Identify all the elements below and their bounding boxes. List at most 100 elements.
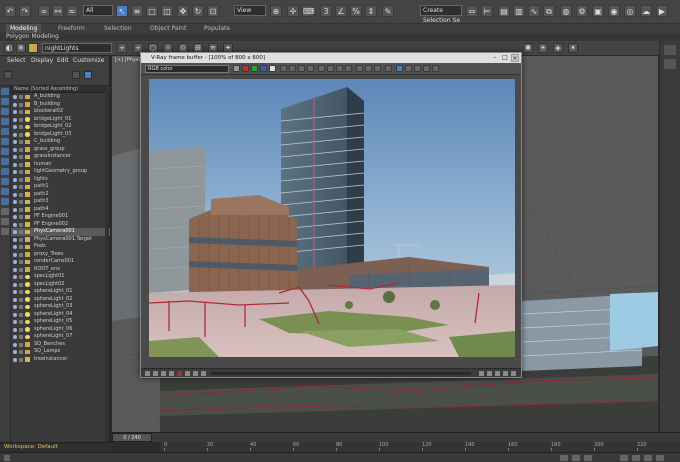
list-item[interactable]: C_building (11, 138, 110, 146)
visibility-eye-icon[interactable] (13, 155, 17, 159)
time-slider[interactable]: 0 / 240 (112, 432, 680, 442)
freeze-toggle-icon[interactable] (19, 125, 23, 129)
scale-icon[interactable]: ⊡ (207, 5, 219, 17)
tab-freeform[interactable]: Freeform (54, 24, 89, 33)
freeze-toggle-icon[interactable] (19, 215, 23, 219)
freeze-toggle-icon[interactable] (19, 170, 23, 174)
blue-channel-icon[interactable] (260, 65, 267, 72)
freeze-toggle-icon[interactable] (19, 177, 23, 182)
freeze-toggle-icon[interactable] (19, 252, 23, 257)
list-item[interactable]: grassInstancer (11, 153, 110, 161)
visibility-eye-icon[interactable] (13, 102, 17, 107)
snap-toggle-icon[interactable]: 3 (320, 5, 332, 17)
spinner-snap-icon[interactable]: ⇕ (365, 5, 377, 17)
list-item[interactable]: path3 (11, 198, 110, 206)
visibility-eye-icon[interactable] (13, 140, 17, 144)
layer-visibility-icon[interactable]: ◐ (4, 43, 14, 53)
list-item[interactable]: treeInstancer (11, 356, 110, 364)
column-header-name[interactable]: Name (Sorted Ascending) (11, 86, 110, 93)
visibility-eye-icon[interactable] (13, 177, 17, 182)
region-render-icon[interactable] (336, 65, 343, 72)
curve-editor-icon[interactable]: ∿ (528, 5, 540, 17)
list-item[interactable]: SQ_Lamps (11, 348, 110, 356)
freeze-toggle-icon[interactable] (19, 305, 23, 309)
list-item[interactable]: specLight02 (11, 281, 110, 289)
freeze-toggle-icon[interactable] (19, 132, 23, 137)
list-item[interactable]: blockeral02 (11, 108, 110, 116)
menu-display[interactable]: Display (31, 56, 53, 66)
visibility-eye-icon[interactable] (13, 162, 17, 167)
ribbon-toggle-icon[interactable]: ▥ (513, 5, 525, 17)
schematic-view-icon[interactable]: ⧉ (543, 5, 555, 17)
pixel-info-icon[interactable] (423, 65, 430, 72)
display-srgb-icon[interactable] (432, 65, 439, 72)
list-item[interactable]: sphereLight_01 (11, 288, 110, 296)
reference-coordinate-dropdown[interactable]: View (234, 5, 266, 16)
display-all-icon[interactable] (1, 208, 9, 215)
visibility-eye-icon[interactable] (13, 335, 17, 339)
display-geometry-icon[interactable] (1, 88, 9, 95)
list-item[interactable]: path2 (11, 191, 110, 199)
visibility-eye-icon[interactable] (13, 185, 17, 189)
freeze-toggle-icon[interactable] (19, 350, 23, 354)
tab-object-paint[interactable]: Object Paint (146, 24, 190, 33)
freeze-toggle-icon[interactable] (19, 147, 23, 152)
render-production-icon[interactable]: ◉ (608, 5, 620, 17)
current-layer-dropdown[interactable]: nightLights (42, 43, 112, 53)
list-item[interactable]: sphereLight_03 (11, 303, 110, 311)
render-setup-icon[interactable]: ⚙ (576, 5, 588, 17)
freeze-toggle-icon[interactable] (19, 320, 23, 324)
list-item[interactable]: path4 (11, 206, 110, 214)
pivot-center-icon[interactable]: ⊕ (270, 5, 282, 17)
freeze-toggle-icon[interactable] (19, 357, 23, 362)
move-icon[interactable]: ✥ (177, 5, 189, 17)
visibility-eye-icon[interactable] (13, 117, 17, 122)
mono-mode-icon[interactable] (280, 65, 287, 72)
named-selection-set-dropdown[interactable]: Create Selection Se (420, 5, 462, 24)
add-layer-icon[interactable]: + (117, 43, 127, 53)
freeze-toggle-icon[interactable] (19, 290, 23, 294)
clear-image-icon[interactable] (307, 65, 314, 72)
rendered-frame-window-icon[interactable]: ▣ (592, 5, 604, 17)
alpha-channel-icon[interactable] (269, 65, 276, 72)
freeze-toggle-icon[interactable] (19, 207, 23, 212)
freeze-toggle-icon[interactable] (19, 275, 23, 279)
view-clamped-icon[interactable] (374, 65, 381, 72)
explorer-scrollbar[interactable] (105, 86, 109, 442)
freeze-toggle-icon[interactable] (19, 245, 23, 249)
visibility-eye-icon[interactable] (13, 327, 17, 332)
display-spacewarps-icon[interactable] (1, 138, 9, 145)
save-image-icon[interactable] (233, 65, 240, 72)
link-icon[interactable]: ∞ (38, 5, 50, 17)
menu-edit[interactable]: Edit (57, 56, 69, 66)
visibility-eye-icon[interactable] (13, 312, 17, 317)
freeze-toggle-icon[interactable] (19, 282, 23, 287)
history-icon[interactable] (414, 65, 421, 72)
timeline-ruler[interactable]: 0 20 40 60 80 100 120 140 160 180 200 220 (160, 442, 680, 452)
undo-icon[interactable]: ↶ (4, 5, 16, 17)
display-shapes-icon[interactable] (1, 98, 9, 105)
menu-select[interactable]: Select (7, 56, 26, 66)
render-cloud-icon[interactable]: ☁ (640, 5, 652, 17)
red-channel-icon[interactable] (242, 65, 249, 72)
rotate-icon[interactable]: ↻ (192, 5, 204, 17)
time-slider-thumb[interactable]: 0 / 240 (112, 433, 152, 442)
list-item[interactable]: human (11, 161, 110, 169)
stereo-icon[interactable] (405, 65, 412, 72)
freeze-toggle-icon[interactable] (19, 110, 23, 114)
select-by-name-icon[interactable]: ≡ (131, 5, 143, 17)
list-item[interactable]: sphereLight_05 (11, 318, 110, 326)
list-item[interactable]: bridgeLight_02 (11, 123, 110, 131)
visibility-eye-icon[interactable] (13, 252, 17, 257)
list-item[interactable]: PhysCamera001.Target (11, 236, 110, 244)
rect-region-icon[interactable]: □ (146, 5, 158, 17)
bind-spacewarp-icon[interactable]: ≈ (66, 5, 78, 17)
visibility-eye-icon[interactable] (13, 215, 17, 219)
layer-freeze-icon[interactable]: ❄ (16, 43, 26, 53)
visibility-eye-icon[interactable] (13, 95, 17, 99)
list-item[interactable]: sphereLight_04 (11, 311, 110, 319)
visibility-eye-icon[interactable] (13, 357, 17, 362)
lens-effects-icon[interactable] (396, 65, 403, 72)
visibility-eye-icon[interactable] (13, 290, 17, 294)
visibility-eye-icon[interactable] (13, 275, 17, 279)
